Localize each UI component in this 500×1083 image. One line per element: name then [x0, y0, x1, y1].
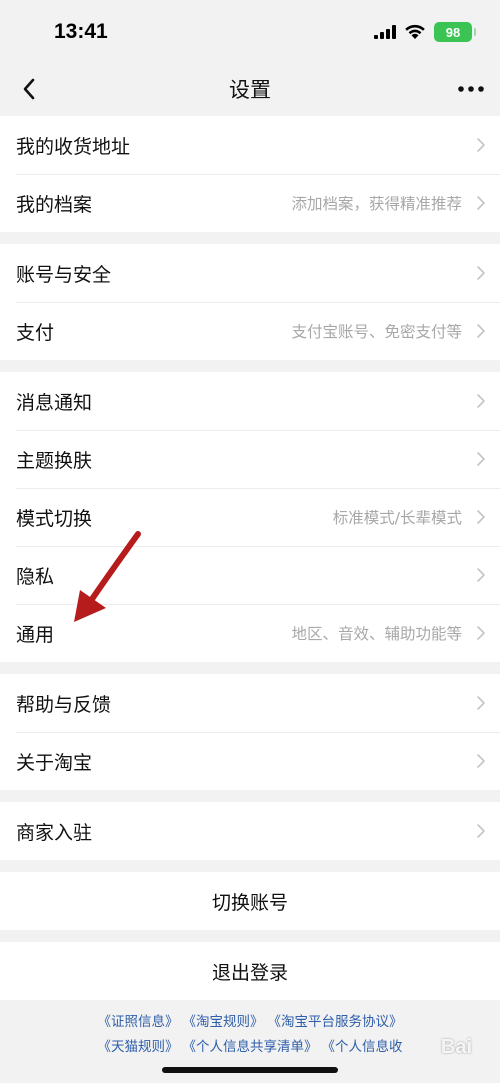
row-my-profile[interactable]: 我的档案 添加档案，获得精准推荐 — [0, 174, 500, 232]
row-notifications[interactable]: 消息通知 — [0, 372, 500, 430]
row-label: 通用 — [16, 623, 55, 646]
link-platform-agreement[interactable]: 《淘宝平台服务协议》 — [268, 1010, 403, 1035]
status-icons: 98 — [374, 22, 476, 42]
row-label: 账号与安全 — [16, 263, 112, 286]
link-info-sharing-list[interactable]: 《个人信息共享清单》 — [183, 1035, 318, 1060]
nav-bar: 设置 — [0, 62, 500, 116]
row-payment[interactable]: 支付 支付宝账号、免密支付等 — [0, 302, 500, 360]
status-time: 13:41 — [54, 20, 108, 43]
chevron-right-icon — [477, 568, 485, 582]
row-label: 支付 — [16, 321, 55, 344]
row-mode-switch[interactable]: 模式切换 标准模式/长辈模式 — [0, 488, 500, 546]
more-button[interactable] — [454, 74, 488, 104]
link-taobao-rules[interactable]: 《淘宝规则》 — [183, 1010, 264, 1035]
more-dots-icon — [458, 86, 484, 92]
row-label: 关于淘宝 — [16, 751, 93, 774]
row-privacy[interactable]: 隐私 — [0, 546, 500, 604]
settings-list: 我的收货地址 我的档案 添加档案，获得精准推荐 账号与安全 支付 支付宝账号、免… — [0, 116, 500, 1012]
settings-group-address: 我的收货地址 我的档案 添加档案，获得精准推荐 — [0, 116, 500, 232]
row-account-security[interactable]: 账号与安全 — [0, 244, 500, 302]
row-merchant-join[interactable]: 商家入驻 — [0, 802, 500, 860]
row-about-taobao[interactable]: 关于淘宝 — [0, 732, 500, 790]
row-label: 消息通知 — [16, 391, 93, 414]
row-theme[interactable]: 主题换肤 — [0, 430, 500, 488]
signal-icon — [374, 25, 396, 39]
home-indicator[interactable] — [162, 1067, 338, 1073]
chevron-right-icon — [477, 266, 485, 280]
logout-button[interactable]: 退出登录 — [0, 942, 500, 1000]
wifi-icon — [405, 24, 425, 39]
link-tmall-rules[interactable]: 《天猫规则》 — [98, 1035, 179, 1060]
row-label: 帮助与反馈 — [16, 693, 112, 716]
chevron-right-icon — [477, 196, 485, 210]
link-license-info[interactable]: 《证照信息》 — [98, 1010, 179, 1035]
battery-icon: 98 — [434, 22, 476, 42]
row-shipping-address[interactable]: 我的收货地址 — [0, 116, 500, 174]
footer-line-2: 《天猫规则》 《个人信息共享清单》 《个人信息收 — [0, 1035, 500, 1060]
row-label: 主题换肤 — [16, 449, 93, 472]
footer-links: 《证照信息》 《淘宝规则》 《淘宝平台服务协议》 《天猫规则》 《个人信息共享清… — [0, 1010, 500, 1060]
chevron-right-icon — [477, 324, 485, 338]
row-label: 我的收货地址 — [16, 135, 131, 158]
row-label: 商家入驻 — [16, 821, 93, 844]
status-bar: 13:41 98 — [0, 0, 500, 62]
chevron-right-icon — [477, 754, 485, 768]
settings-group-preferences: 消息通知 主题换肤 模式切换 标准模式/长辈模式 隐私 通用 地区、音效、辅助功… — [0, 372, 500, 662]
row-label: 隐私 — [16, 565, 55, 588]
row-hint: 支付宝账号、免密支付等 — [291, 323, 462, 341]
settings-group-account: 账号与安全 支付 支付宝账号、免密支付等 — [0, 244, 500, 360]
row-hint: 添加档案，获得精准推荐 — [291, 195, 462, 213]
chevron-right-icon — [477, 452, 485, 466]
chevron-right-icon — [477, 626, 485, 640]
settings-group-merchant: 商家入驻 — [0, 802, 500, 860]
chevron-right-icon — [477, 394, 485, 408]
chevron-right-icon — [477, 824, 485, 838]
battery-level: 98 — [445, 24, 461, 40]
page-title: 设置 — [229, 78, 271, 102]
settings-group-help: 帮助与反馈 关于淘宝 — [0, 674, 500, 790]
row-general[interactable]: 通用 地区、音效、辅助功能等 — [0, 604, 500, 662]
footer-line-1: 《证照信息》 《淘宝规则》 《淘宝平台服务协议》 — [0, 1010, 500, 1035]
chevron-right-icon — [477, 510, 485, 524]
switch-account-button[interactable]: 切换账号 — [0, 872, 500, 930]
watermark-logo: Bai — [440, 1036, 472, 1058]
chevron-right-icon — [477, 138, 485, 152]
row-help-feedback[interactable]: 帮助与反馈 — [0, 674, 500, 732]
row-hint: 标准模式/长辈模式 — [332, 509, 462, 527]
row-hint: 地区、音效、辅助功能等 — [291, 625, 462, 643]
row-label: 我的档案 — [16, 193, 93, 216]
link-personal-info-collection[interactable]: 《个人信息收 — [322, 1035, 403, 1060]
row-label: 模式切换 — [16, 507, 93, 530]
chevron-right-icon — [477, 696, 485, 710]
